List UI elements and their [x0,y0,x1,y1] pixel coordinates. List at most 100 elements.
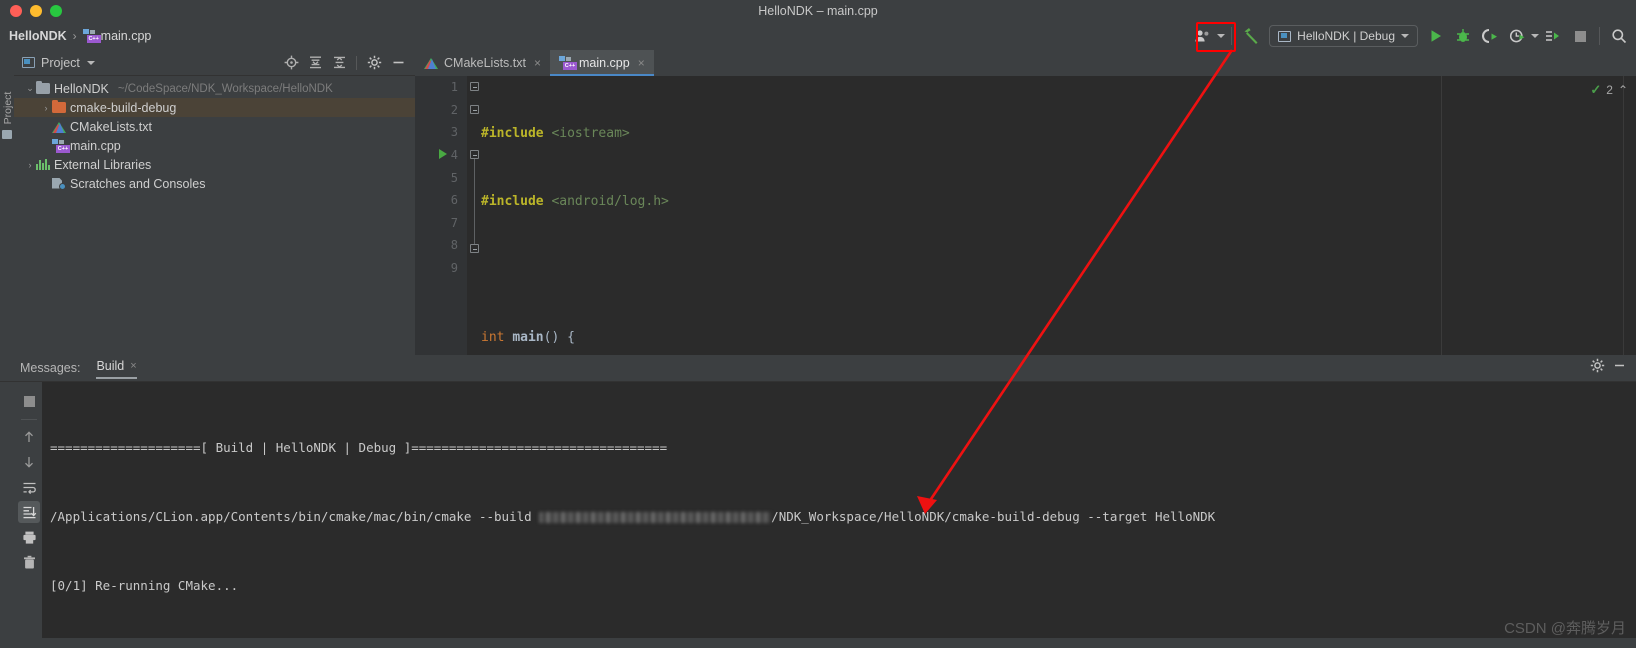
profiler-clock-icon[interactable] [1504,24,1530,48]
code-folding-column[interactable] [467,76,481,355]
tree-item-label: main.cpp [70,138,121,153]
preprocessor-token: #include [481,126,544,142]
chevron-down-icon[interactable] [86,60,95,65]
tree-item-label: CMakeLists.txt [70,119,152,134]
cpp-file-icon: C++ [82,29,101,43]
build-output-text: /Applications/CLion.app/Contents/bin/cma… [50,509,540,524]
build-tab[interactable]: Build × [96,358,137,379]
expand-arrow-icon[interactable]: ⌄ [24,83,36,94]
tree-item-cmake-build-debug[interactable]: › cmake-build-debug [14,98,415,117]
toolbar-divider [1231,27,1233,45]
print-icon[interactable] [18,526,40,548]
user-group-icon[interactable] [1190,24,1216,48]
tree-item-main-cpp[interactable]: · C++ main.cpp [14,136,415,155]
no-arrow-spacer: · [40,179,52,189]
code-line-2: #include <android/log.h> [481,191,1636,214]
line-number-gutter[interactable]: 1 2 3 4 5 6 7 8 9 [415,76,467,355]
folder-icon [36,80,50,94]
prev-occurrence-up-icon[interactable] [18,426,40,448]
stop-square-icon[interactable] [1567,24,1593,48]
inspection-widget[interactable]: ✓ 2 ⌃ [1590,82,1628,98]
expand-all-icon[interactable] [304,52,326,74]
run-configuration-label: HelloNDK | Debug [1297,29,1395,43]
project-tool-window-icon[interactable] [2,130,12,139]
watermark: CSDN @奔腾岁月 [1504,620,1626,637]
tree-item-scratches-consoles[interactable]: · Scratches and Consoles [14,174,415,193]
run-coverage-icon[interactable] [1477,24,1503,48]
editor-tab-cmakelists[interactable]: CMakeLists.txt × [415,50,550,76]
editor-scrollbar[interactable] [1623,76,1636,355]
fold-marker-icon[interactable] [470,244,479,253]
include-path-token: <iostream> [551,126,630,142]
locate-target-icon[interactable] [280,52,302,74]
line-number: 6 [450,193,458,207]
line-number: 5 [450,171,458,185]
build-output-text: /NDK_Workspace/HelloNDK/cmake-build-debu… [771,509,1216,524]
settings-gear-icon[interactable] [363,52,385,74]
fold-marker-icon[interactable] [470,105,479,114]
window-title: HelloNDK – main.cpp [758,4,878,18]
project-view-icon [22,57,35,68]
run-gutter-icon[interactable] [439,149,447,159]
profiler-dropdown-caret-icon[interactable] [1531,34,1539,38]
run-configuration-selector[interactable]: HelloNDK | Debug [1269,25,1418,47]
close-tab-icon[interactable]: × [534,56,541,70]
tree-item-label: cmake-build-debug [70,100,177,115]
search-icon[interactable] [1606,24,1632,48]
breadcrumb-project[interactable]: HelloNDK [9,29,67,43]
tree-item-hellondk[interactable]: ⌄ HelloNDK ~/CodeSpace/NDK_Workspace/Hel… [14,79,415,98]
cpp-file-icon: C++ [52,138,70,153]
expand-arrow-icon[interactable]: › [24,160,36,170]
run-play-icon[interactable] [1423,24,1449,48]
hammer-build-icon[interactable] [1238,24,1264,48]
expand-arrow-icon[interactable]: › [40,103,52,113]
scroll-to-end-icon[interactable] [18,501,40,523]
cmake-file-icon [52,121,66,133]
breadcrumb-file[interactable]: main.cpp [101,29,152,43]
toolbar-divider [21,419,37,420]
tree-item-external-libraries[interactable]: › External Libraries [14,155,415,174]
tree-item-cmakelists[interactable]: · CMakeLists.txt [14,117,415,136]
next-occurrence-down-icon[interactable] [18,451,40,473]
build-tool-window: Messages: Build × ====================[… [0,355,1636,648]
collapse-all-icon[interactable] [328,52,350,74]
line-number: 8 [450,238,458,252]
hide-minus-icon[interactable] [387,52,409,74]
breadcrumb[interactable]: HelloNDK › C++ main.cpp [9,29,151,43]
user-dropdown-caret-icon[interactable] [1217,34,1226,38]
close-tab-icon[interactable]: × [130,360,136,372]
hide-minus-icon[interactable] [1613,359,1626,377]
stop-square-icon[interactable] [18,390,40,412]
build-output-line: ====================[ Build | HelloNDK |… [50,440,668,455]
messages-label: Messages: [20,361,81,375]
build-output-line: [0/1] Re-running CMake... [50,578,239,593]
attach-process-icon[interactable] [1540,24,1566,48]
source-code[interactable]: #include <iostream> #include <android/lo… [481,76,1636,615]
chevron-up-icon[interactable]: ⌃ [1618,83,1628,97]
include-path-token: <android/log.h> [551,193,669,209]
build-output-console[interactable]: ====================[ Build | HelloNDK |… [42,382,1636,648]
tree-item-label: HelloNDK [54,81,109,96]
fold-region-line [474,159,475,248]
close-tab-icon[interactable]: × [638,56,645,70]
build-tab-label: Build [96,358,125,373]
code-area[interactable]: 1 2 3 4 5 6 7 8 9 #include <iostream> #i… [415,76,1636,616]
project-panel-title[interactable]: Project [41,56,80,70]
fold-marker-icon[interactable] [470,82,479,91]
project-tool-window-label[interactable]: Project [2,78,14,138]
line-number: 9 [450,261,458,275]
debug-bug-icon[interactable] [1450,24,1476,48]
build-panel-actions [1590,358,1636,378]
window-bottom-edge [0,638,1636,648]
settings-gear-icon[interactable] [1590,358,1605,378]
soft-wrap-icon[interactable] [18,476,40,498]
delete-trash-icon[interactable] [18,551,40,573]
chevron-down-icon[interactable] [1401,34,1409,38]
fold-marker-icon[interactable] [470,150,479,159]
project-panel-toolbar [280,52,415,74]
project-tree: ⌄ HelloNDK ~/CodeSpace/NDK_Workspace/Hel… [14,76,415,193]
no-arrow-spacer: · [40,141,52,151]
tree-item-label: Scratches and Consoles [70,176,206,191]
editor-tab-main-cpp[interactable]: C++ main.cpp × [549,50,654,76]
